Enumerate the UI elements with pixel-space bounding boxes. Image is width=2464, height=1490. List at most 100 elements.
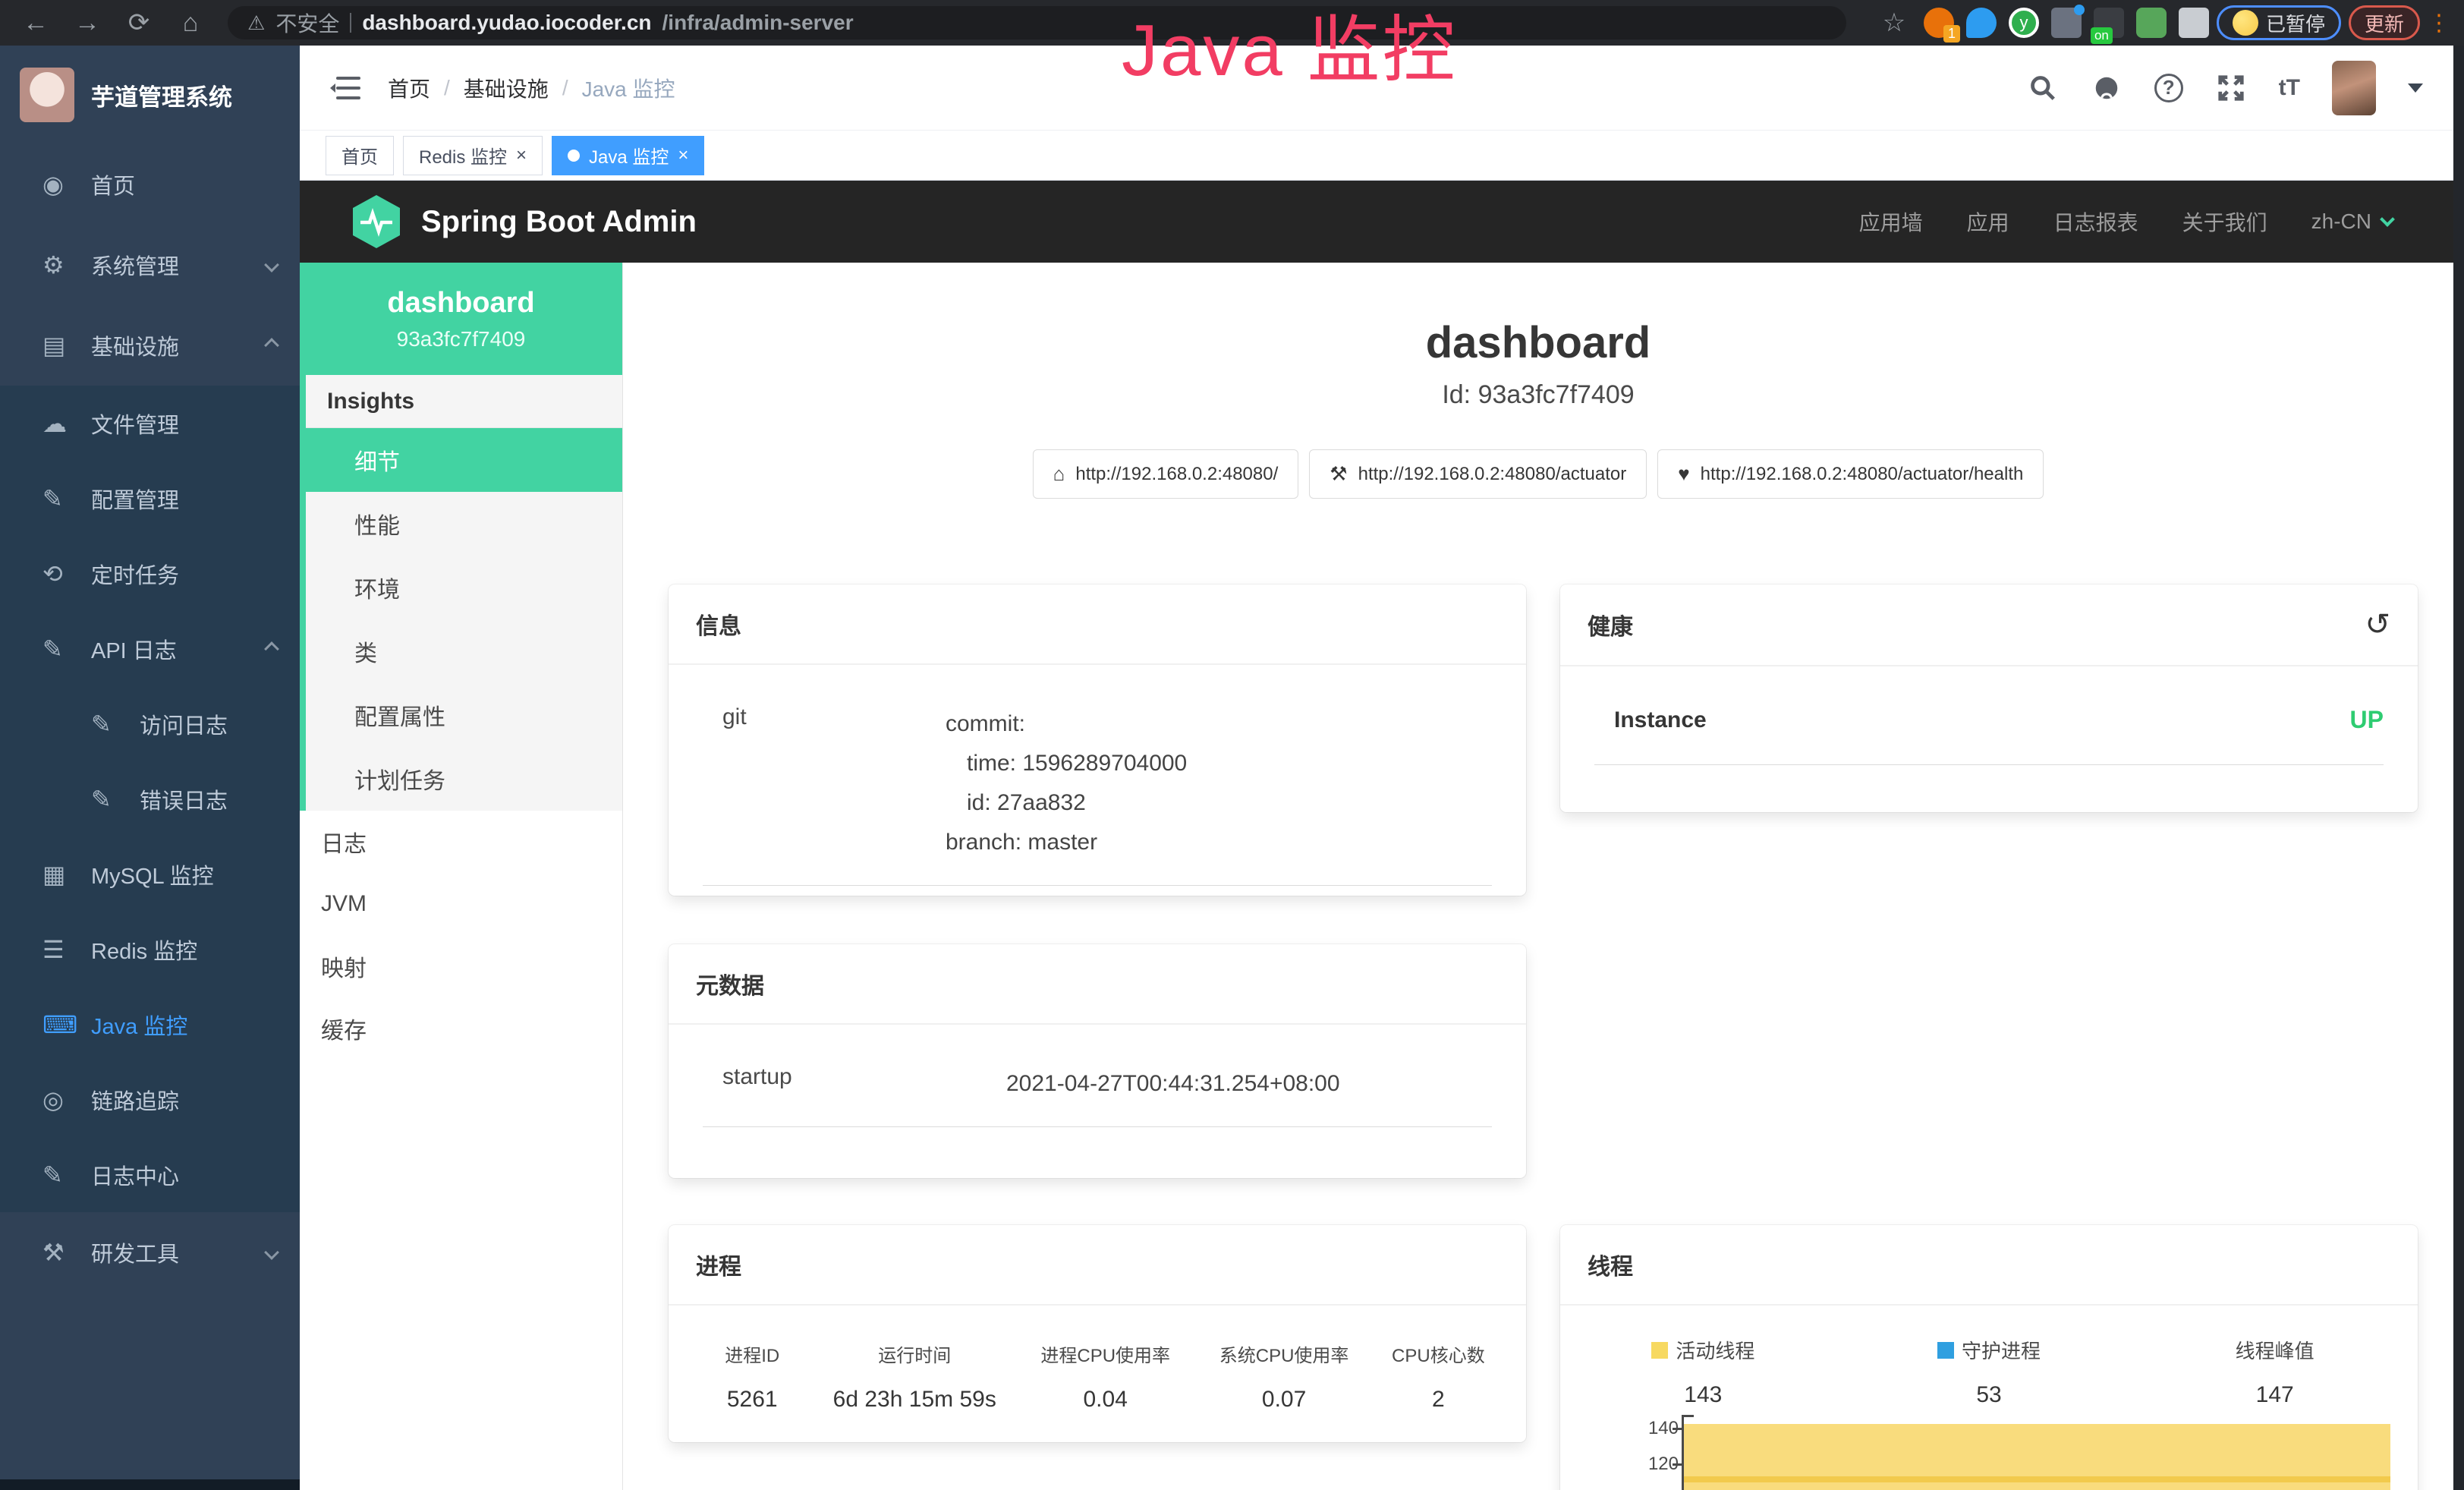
breadcrumb: 首页 / 基础设施 / Java 监控 bbox=[388, 73, 675, 103]
process-card-title: 进程 bbox=[696, 1248, 741, 1281]
sba-item-logs[interactable]: 日志 bbox=[300, 811, 622, 873]
threads-chart: 140 120 100 bbox=[1560, 1404, 2418, 1490]
sidebar-item-file-manage[interactable]: ☁ 文件管理 bbox=[0, 386, 300, 461]
metadata-card: 元数据 startup 2021-04-27T00:44:31.254+08:0… bbox=[669, 944, 1526, 1178]
tab-java-monitor[interactable]: Java 监控 × bbox=[552, 136, 704, 175]
app-logo-row[interactable]: 芋道管理系统 bbox=[0, 46, 300, 144]
sidebar-item-tracing[interactable]: ◎ 链路追踪 bbox=[0, 1062, 300, 1137]
threads-card-title: 线程 bbox=[1588, 1248, 1633, 1281]
extension-on-badge: on bbox=[2091, 27, 2113, 44]
instance-name: dashboard bbox=[387, 287, 534, 320]
user-avatar[interactable] bbox=[2332, 61, 2376, 115]
sidebar-item-api-logs[interactable]: ✎ API 日志 bbox=[0, 611, 300, 686]
hamburger-icon[interactable] bbox=[330, 75, 360, 101]
font-size-icon[interactable]: tT bbox=[2279, 75, 2300, 101]
sidebar-item-java-monitor[interactable]: ⌨ Java 监控 bbox=[0, 987, 300, 1062]
process-col-cores: CPU核心数 2 bbox=[1374, 1340, 1503, 1413]
health-instance-row[interactable]: Instance UP bbox=[1594, 706, 2384, 765]
fullscreen-icon[interactable] bbox=[2215, 72, 2247, 104]
sba-item-environment[interactable]: 环境 bbox=[306, 556, 622, 619]
url-bar[interactable]: ⚠ 不安全 dashboard.yudao.iocoder.cn /infra/… bbox=[228, 6, 1846, 39]
sidebar-item-redis-monitor[interactable]: ☰ Redis 监控 bbox=[0, 912, 300, 987]
locale-selector[interactable]: zh-CN bbox=[2311, 209, 2393, 234]
sba-item-classes[interactable]: 类 bbox=[306, 619, 622, 683]
sba-item-metrics[interactable]: 性能 bbox=[306, 492, 622, 556]
sba-nav: 应用墙 应用 日志报表 关于我们 zh-CN bbox=[1859, 206, 2393, 237]
breadcrumb-infrastructure[interactable]: 基础设施 bbox=[464, 73, 549, 103]
sidebar-item-home[interactable]: ◉ 首页 bbox=[0, 144, 300, 225]
threads-legend: 活动线程 143 守护进程 53 线程峰值 147 bbox=[1560, 1306, 2418, 1408]
browser-menu-icon[interactable]: ⋮ bbox=[2428, 10, 2450, 36]
service-url-button[interactable]: ⌂ http://192.168.0.2:48080/ bbox=[1033, 449, 1299, 499]
sidebar-item-error-logs[interactable]: ✎ 错误日志 bbox=[0, 761, 300, 836]
edit-icon: ✎ bbox=[42, 484, 91, 513]
extension-icon-leaf[interactable] bbox=[2136, 8, 2167, 38]
actuator-url-button[interactable]: ⚒ http://192.168.0.2:48080/actuator bbox=[1309, 449, 1647, 499]
history-icon[interactable]: ↺ bbox=[2365, 607, 2390, 642]
home-icon[interactable]: ⌂ bbox=[168, 0, 212, 46]
search-icon[interactable] bbox=[2027, 72, 2059, 104]
back-icon[interactable]: ← bbox=[14, 0, 58, 46]
sidebar-item-scheduled-jobs[interactable]: ⟲ 定时任务 bbox=[0, 536, 300, 611]
close-icon[interactable]: × bbox=[516, 145, 527, 166]
sidebar-item-mysql-monitor[interactable]: ▦ MySQL 监控 bbox=[0, 836, 300, 912]
status-badge: UP bbox=[2350, 706, 2384, 734]
sba-item-scheduled-tasks[interactable]: 计划任务 bbox=[306, 747, 622, 811]
sidebar-item-system[interactable]: ⚙ 系统管理 bbox=[0, 225, 300, 305]
sba-item-caches[interactable]: 缓存 bbox=[300, 997, 622, 1060]
tab-home[interactable]: 首页 bbox=[326, 136, 394, 175]
sba-item-config-props[interactable]: 配置属性 bbox=[306, 683, 622, 747]
insights-section: Insights 细节 性能 环境 类 配置属性 计划任务 bbox=[300, 375, 622, 811]
active-dot bbox=[568, 150, 580, 162]
extension-icon-orange[interactable]: 1 bbox=[1924, 8, 1954, 38]
help-icon[interactable]: ? bbox=[2154, 74, 2183, 102]
sidebar-item-access-logs[interactable]: ✎ 访问日志 bbox=[0, 686, 300, 761]
sba-nav-journal[interactable]: 日志报表 bbox=[2053, 206, 2138, 237]
sba-item-details[interactable]: 细节 bbox=[306, 428, 622, 492]
legend-live-threads: 活动线程 143 bbox=[1560, 1336, 1846, 1408]
url-divider bbox=[350, 13, 351, 33]
error-log-icon: ✎ bbox=[91, 785, 140, 814]
extension-puzzle-icon[interactable] bbox=[2179, 8, 2209, 38]
legend-peak-threads: 线程峰值 147 bbox=[2132, 1336, 2418, 1408]
paused-profile-chip[interactable]: 已暂停 bbox=[2217, 5, 2341, 40]
security-label[interactable]: 不安全 bbox=[275, 8, 339, 38]
sba-item-jvm[interactable]: JVM bbox=[300, 873, 622, 935]
app-logo bbox=[20, 68, 74, 122]
update-button[interactable]: 更新 bbox=[2349, 5, 2420, 40]
extension-icon-green-y[interactable]: y bbox=[2009, 8, 2039, 38]
sidebar-bottom-strip bbox=[0, 1479, 300, 1490]
log-icon: ✎ bbox=[42, 635, 91, 663]
extension-icon-pin[interactable] bbox=[1966, 8, 1997, 38]
health-url-button[interactable]: ♥ http://192.168.0.2:48080/actuator/heal… bbox=[1657, 449, 2044, 499]
url-host: dashboard.yudao.iocoder.cn bbox=[362, 11, 651, 35]
close-icon[interactable]: × bbox=[678, 145, 688, 166]
extension-icon-switch[interactable]: on bbox=[2094, 8, 2124, 38]
tab-redis-monitor[interactable]: Redis 监控 × bbox=[403, 136, 543, 175]
avatar-caret-icon[interactable] bbox=[2408, 83, 2423, 93]
yellow-swatch bbox=[1651, 1342, 1668, 1359]
gear-icon: ⚙ bbox=[42, 250, 91, 279]
sba-brand[interactable]: Spring Boot Admin bbox=[351, 194, 697, 250]
bookmark-star-icon[interactable]: ☆ bbox=[1872, 0, 1916, 46]
sidebar-item-config-manage[interactable]: ✎ 配置管理 bbox=[0, 461, 300, 536]
window-right-edge bbox=[2453, 46, 2464, 1490]
sba-nav-wallboard[interactable]: 应用墙 bbox=[1859, 206, 1923, 237]
update-label: 更新 bbox=[2365, 9, 2404, 37]
reload-icon[interactable]: ⟳ bbox=[117, 0, 161, 46]
sidebar-item-infrastructure[interactable]: ▤ 基础设施 bbox=[0, 305, 300, 386]
sidebar-item-log-center[interactable]: ✎ 日志中心 bbox=[0, 1137, 300, 1212]
sidebar-item-devtools[interactable]: ⚒ 研发工具 bbox=[0, 1212, 300, 1293]
breadcrumb-home[interactable]: 首页 bbox=[388, 73, 430, 103]
chevron-down-icon bbox=[264, 257, 279, 272]
sba-nav-applications[interactable]: 应用 bbox=[1967, 206, 2009, 237]
wrench-icon: ⚒ bbox=[1330, 462, 1347, 486]
forward-icon[interactable]: → bbox=[65, 0, 109, 46]
github-icon[interactable] bbox=[2091, 72, 2123, 104]
chart-y-axis bbox=[1682, 1415, 1684, 1490]
chevron-down-icon bbox=[2380, 212, 2395, 227]
sba-item-mappings[interactable]: 映射 bbox=[300, 935, 622, 997]
extension-icon-grid[interactable] bbox=[2051, 8, 2082, 38]
sba-nav-about[interactable]: 关于我们 bbox=[2182, 206, 2267, 237]
instance-header[interactable]: dashboard 93a3fc7f7409 bbox=[300, 263, 622, 375]
